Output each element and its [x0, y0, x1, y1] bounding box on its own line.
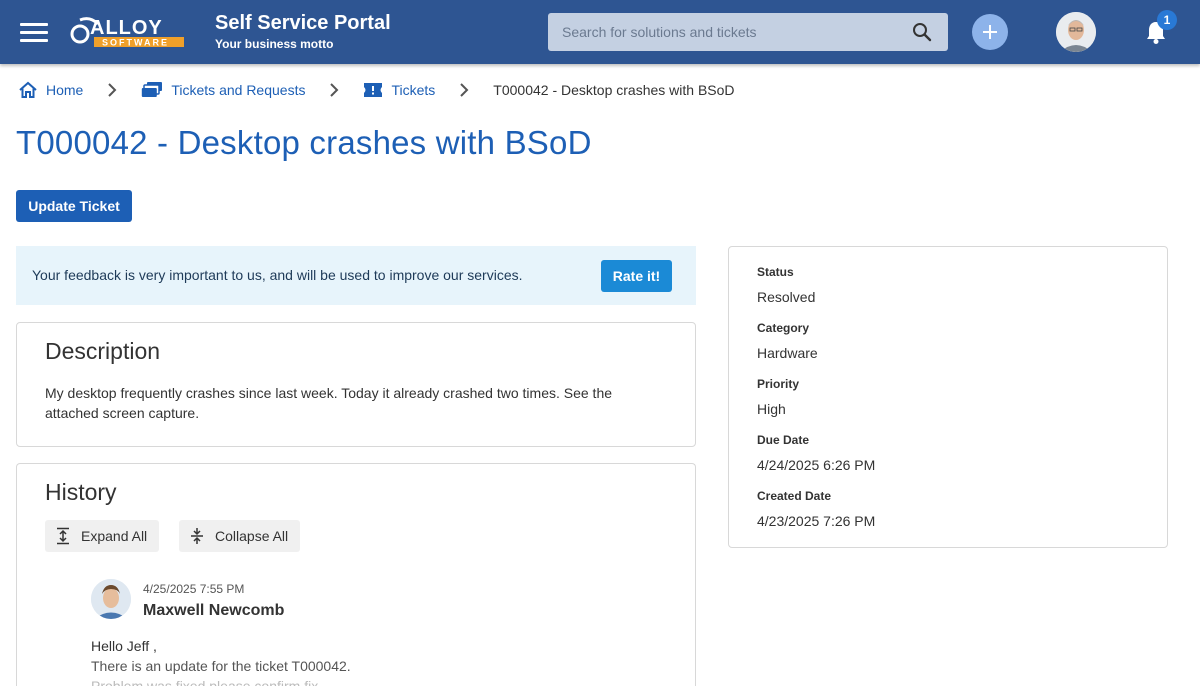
breadcrumb: Home Tickets and Requests Tickets T00004: [18, 78, 735, 102]
created-date-value: 4/23/2025 7:26 PM: [757, 513, 876, 529]
priority-label: Priority: [757, 377, 800, 391]
expand-icon: [57, 527, 69, 545]
history-entry-body: Hello Jeff , There is an update for the …: [91, 636, 351, 686]
collapse-all-label: Collapse All: [215, 528, 289, 544]
description-title: Description: [45, 338, 161, 364]
notification-badge: 1: [1157, 10, 1177, 30]
portal-motto: Your business motto: [215, 37, 334, 51]
logo-text: ALLOY: [90, 17, 163, 39]
search-input[interactable]: [548, 13, 908, 51]
top-header: ALLOY SOFTWARE Self Service Portal Your …: [0, 0, 1200, 64]
history-title: History: [45, 479, 117, 505]
update-ticket-button[interactable]: Update Ticket: [16, 190, 132, 222]
search-icon[interactable]: [912, 22, 932, 42]
history-entry-line: Hello Jeff ,: [91, 638, 157, 654]
plus-icon: [983, 25, 997, 39]
history-card: History Expand All Collapse All 4/25/202…: [16, 463, 696, 686]
feedback-banner: Your feedback is very important to us, a…: [16, 246, 696, 305]
breadcrumb-home-label: Home: [46, 82, 84, 98]
breadcrumb-tickets[interactable]: Tickets: [363, 81, 435, 99]
portal-title: Self Service Portal: [215, 12, 391, 34]
add-button[interactable]: [972, 14, 1008, 50]
due-date-value: 4/24/2025 6:26 PM: [757, 457, 876, 473]
history-entry-line: There is an update for the ticket T00004…: [91, 658, 351, 674]
category-value: Hardware: [757, 345, 818, 361]
collapse-icon: [191, 528, 203, 544]
created-date-label: Created Date: [757, 489, 832, 503]
menu-icon[interactable]: [20, 20, 48, 44]
alloy-logo[interactable]: ALLOY SOFTWARE: [70, 14, 186, 50]
chevron-right-icon: [459, 83, 469, 97]
page-title: T000042 - Desktop crashes with BSoD: [16, 124, 592, 161]
rate-it-button[interactable]: Rate it!: [601, 260, 672, 292]
description-text: My desktop frequently crashes since last…: [45, 385, 613, 421]
breadcrumb-tickets-label: Tickets: [391, 82, 436, 98]
history-entry-avatar: [91, 579, 131, 619]
history-entry-author: Maxwell Newcomb: [143, 602, 285, 619]
feedback-text: Your feedback is very important to us, a…: [32, 267, 523, 283]
ticket-icon: [363, 81, 383, 99]
collapse-all-button[interactable]: Collapse All: [179, 520, 301, 552]
breadcrumb-home[interactable]: Home: [18, 81, 83, 99]
category-label: Category: [757, 321, 810, 335]
user-avatar[interactable]: [1056, 12, 1096, 52]
expand-all-button[interactable]: Expand All: [45, 520, 160, 552]
status-label: Status: [757, 265, 794, 279]
chevron-right-icon: [329, 83, 339, 97]
chevron-right-icon: [107, 83, 117, 97]
search-box: [548, 13, 948, 51]
due-date-label: Due Date: [757, 433, 810, 447]
expand-all-label: Expand All: [81, 528, 148, 544]
home-icon: [18, 81, 38, 99]
logo-subtext: SOFTWARE: [102, 38, 169, 48]
breadcrumb-tickets-requests-label: Tickets and Requests: [171, 82, 306, 98]
breadcrumb-tickets-requests[interactable]: Tickets and Requests: [141, 81, 305, 99]
tickets-requests-icon: [141, 81, 163, 99]
description-card: Description My desktop frequently crashe…: [16, 322, 696, 447]
history-entry-date: 4/25/2025 7:55 PM: [143, 582, 245, 596]
breadcrumb-current: T000042 - Desktop crashes with BSoD: [493, 82, 735, 98]
status-value: Resolved: [757, 289, 816, 305]
history-entry-line: Problem was fixed please confirm fix: [91, 678, 319, 686]
priority-value: High: [757, 401, 786, 417]
ticket-details-panel: Status Resolved Category Hardware Priori…: [728, 246, 1168, 548]
